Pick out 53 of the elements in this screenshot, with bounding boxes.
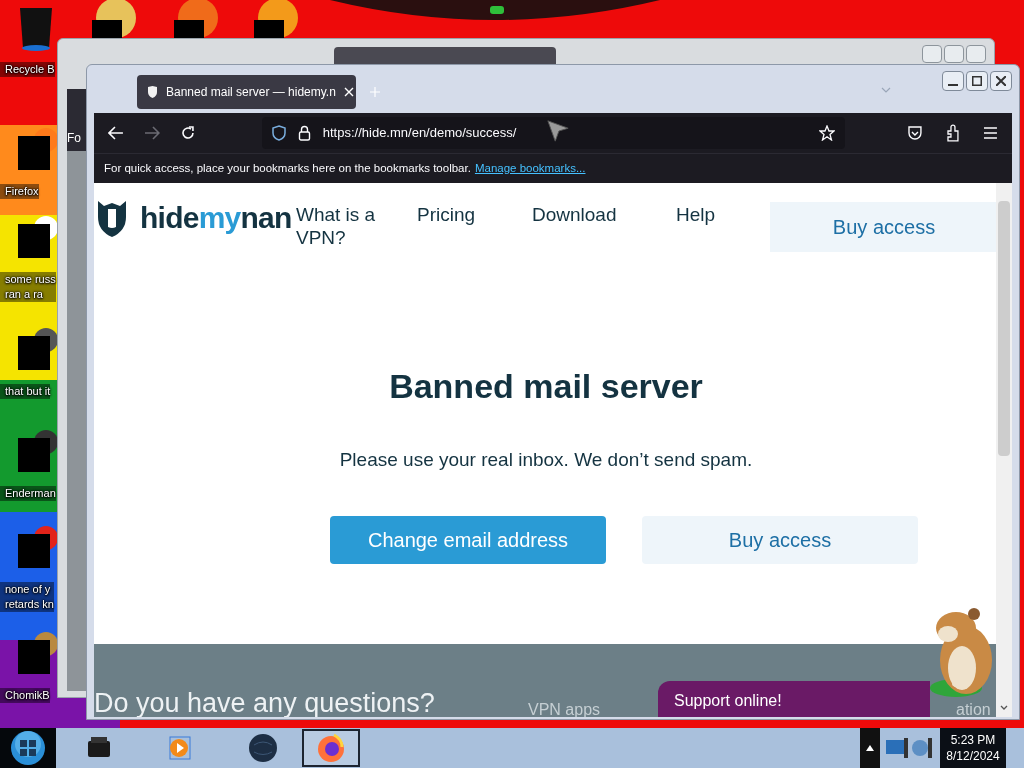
nav-link[interactable]: Pricing	[417, 203, 476, 226]
nav-link[interactable]: Download	[532, 203, 617, 226]
globe-icon	[246, 731, 280, 765]
icon-label[interactable]: Enderman	[0, 486, 56, 501]
clock-date: 8/12/2024	[946, 748, 1000, 764]
buy-access-button[interactable]: Buy access	[770, 202, 998, 252]
footer-heading: Do you have any questions?	[94, 688, 435, 717]
page-heading: Banned mail server	[389, 366, 703, 407]
icon-label[interactable]: Recycle B	[0, 62, 55, 77]
maximize-button[interactable]	[966, 71, 988, 91]
cursor-icon	[546, 119, 570, 143]
bookmark-text: Fo	[67, 130, 81, 147]
site-logo[interactable]: hidemynan	[140, 203, 292, 233]
maximize-icon	[972, 76, 982, 86]
manage-bookmarks-link[interactable]: Manage bookmarks...	[474, 159, 586, 178]
icon-label[interactable]: none of y retards kn	[0, 582, 54, 612]
icon-label[interactable]: ChomikB	[0, 688, 50, 703]
close-button[interactable]	[990, 71, 1012, 91]
menu-icon[interactable]	[983, 127, 998, 139]
show-hidden-icons-icon[interactable]	[866, 745, 874, 751]
icon-label[interactable]: Firefox	[0, 184, 39, 199]
icon-label[interactable]: that but it	[0, 384, 51, 399]
shield-icon[interactable]	[271, 125, 286, 141]
pocket-icon[interactable]	[907, 125, 924, 141]
buy-access-button[interactable]: Buy access	[642, 516, 918, 564]
star-icon[interactable]	[819, 125, 836, 141]
shield-icon	[147, 86, 158, 98]
start-button[interactable]	[10, 730, 46, 766]
reload-icon[interactable]	[179, 125, 196, 141]
message-text: Please use your real inbox. We don’t send spam.	[339, 448, 753, 472]
browser-tab[interactable]: Banned mail server — hidemy.n	[137, 75, 356, 109]
scrollbar[interactable]	[996, 183, 1012, 717]
scroll-down-icon[interactable]	[1000, 705, 1008, 711]
taskbar-button[interactable]	[302, 729, 360, 767]
forward-icon[interactable]	[143, 126, 160, 140]
bookmarks-hint: For quick access, place your bookmarks here on the bookmarks toolbar.	[104, 160, 471, 176]
minimize-icon	[948, 84, 958, 86]
support-chat-button[interactable]: Support online!	[658, 681, 930, 717]
nav-link[interactable]: What is a VPN?	[296, 203, 376, 249]
url-text: https://hide.mn/en/demo/success/	[322, 124, 517, 143]
close-icon[interactable]	[343, 87, 354, 97]
back-icon[interactable]	[108, 126, 124, 140]
nav-link[interactable]: Help	[676, 203, 716, 226]
minimize-button[interactable]	[942, 71, 964, 91]
clock-time: 5:23 PM	[950, 732, 996, 748]
address-bar[interactable]: https://hide.mn/en/demo/success/	[261, 117, 846, 149]
puzzle-icon[interactable]	[945, 124, 962, 142]
close-icon	[996, 76, 1006, 86]
tab-title: Banned mail server — hidemy.n	[166, 84, 336, 101]
scrollbar-thumb[interactable]	[998, 201, 1010, 456]
icon-label[interactable]: some russ ran a ra	[0, 272, 56, 302]
clock[interactable]: 5:23 PM 8/12/2024	[940, 728, 1006, 768]
lock-icon	[297, 125, 311, 141]
